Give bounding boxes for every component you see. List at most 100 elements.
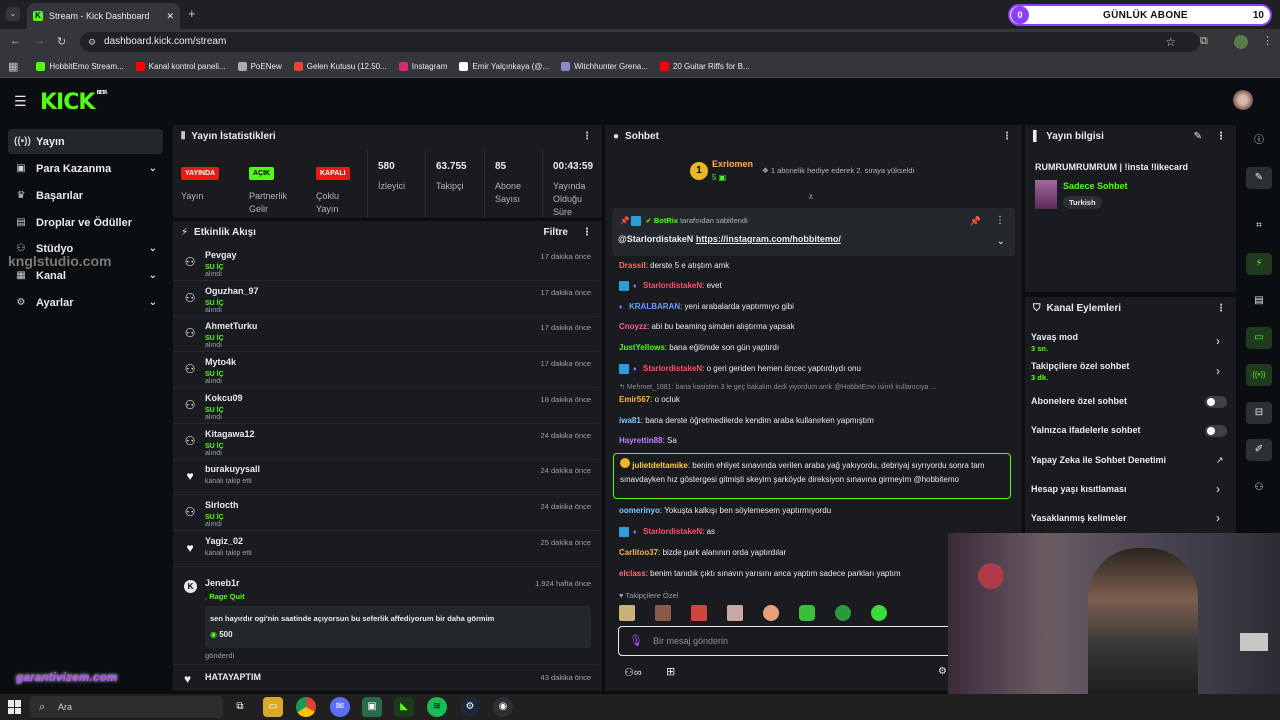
unpin-icon[interactable]: 📌 xyxy=(970,216,981,227)
nav-item-ayarlar[interactable]: ⚙ Ayarlar ⌄ xyxy=(8,290,163,315)
chat-username[interactable]: StarlordistakeN xyxy=(643,281,702,290)
bookmark-item[interactable]: Emir Yalçınkaya (@... xyxy=(459,61,549,71)
bookmark-item[interactable]: Kanal kontrol paneli... xyxy=(135,61,226,71)
chat-username[interactable]: StarlordistakeN xyxy=(643,527,702,536)
community-icon[interactable]: ⚇ xyxy=(1246,477,1272,499)
taskbar-search[interactable]: ⌕ Ara xyxy=(30,696,223,718)
steam-icon[interactable]: ⚙ xyxy=(460,697,480,717)
apps-grid-icon[interactable]: ▦ xyxy=(8,60,18,73)
chat-username[interactable]: StarlordistakeN xyxy=(643,364,702,373)
reload-icon[interactable]: ↻ xyxy=(57,35,66,48)
emote-icon[interactable] xyxy=(619,605,635,621)
nav-item-para-kazanma[interactable]: ▣ Para Kazanma ⌄ xyxy=(8,156,163,181)
chevron-right-icon[interactable]: › xyxy=(1216,482,1220,496)
address-bar[interactable]: ⚙ dashboard.kick.com/stream ☆ xyxy=(80,32,1200,52)
nav-item-basarilar[interactable]: ♛ Başarılar xyxy=(8,183,163,208)
nav-item-droplar[interactable]: ▤ Droplar ve Ödüller xyxy=(8,210,163,235)
chat-input[interactable]: 🎙 Bir mesaj gönderin xyxy=(618,626,958,656)
chat-bubble-icon[interactable]: ▭ xyxy=(1246,327,1272,349)
obs-icon[interactable]: ◉ xyxy=(493,697,513,717)
messenger-icon[interactable]: ✉ xyxy=(330,697,350,717)
lightning-icon[interactable]: ⚡ xyxy=(1246,253,1272,275)
chat-username[interactable]: Hayrettin88 xyxy=(619,436,663,445)
bookmark-item[interactable]: Instagram xyxy=(398,61,447,71)
windows-start-icon[interactable] xyxy=(8,700,22,714)
stream-category[interactable]: Sadece Sohbet xyxy=(1063,181,1128,191)
app-icon[interactable]: ▣ xyxy=(362,697,382,717)
kick-logo[interactable]: KICK BETA xyxy=(40,90,108,115)
site-info-icon[interactable]: ⚙ xyxy=(88,32,96,52)
chevron-right-icon[interactable]: › xyxy=(1216,334,1220,348)
chat-username[interactable]: KRALBARAN xyxy=(629,302,680,311)
more-options-icon[interactable]: ⋮ xyxy=(1216,131,1226,142)
crop-icon[interactable]: ⌗ xyxy=(1246,215,1272,237)
scroll-to-bottom-icon[interactable]: ⩡ xyxy=(808,192,814,203)
chat-username[interactable]: oomerinyo xyxy=(619,506,660,515)
chat-username[interactable]: Carlitoo37 xyxy=(619,548,658,557)
back-icon[interactable]: ← xyxy=(10,35,21,47)
emote-icon[interactable] xyxy=(871,605,887,621)
browser-tab[interactable]: K Stream - Kick Dashboard ✕ xyxy=(27,3,180,29)
bookmark-item[interactable]: Witchhunter Grena... xyxy=(561,61,648,71)
tab-close-icon[interactable]: ✕ xyxy=(166,11,174,22)
chat-username[interactable]: Drassil xyxy=(619,261,646,270)
chrome-menu-icon[interactable]: ⋮ xyxy=(1262,34,1273,47)
action-banned-words[interactable]: Yasaklanmış kelimeler xyxy=(1031,513,1127,523)
action-account-age[interactable]: Hesap yaşı kısıtlaması xyxy=(1031,484,1127,494)
filter-button[interactable]: Filtre xyxy=(544,227,568,238)
user-avatar[interactable] xyxy=(1233,90,1253,110)
spotify-icon[interactable]: ≋ xyxy=(427,697,447,717)
edit-icon[interactable]: ✎ xyxy=(1246,167,1272,189)
chat-username[interactable]: JustYellows xyxy=(619,343,665,352)
document-icon[interactable]: ▤ xyxy=(1246,290,1272,312)
bookmark-item[interactable]: PoENew xyxy=(237,61,282,71)
bookmark-item[interactable]: 20 Guitar Riffs for B... xyxy=(659,61,750,71)
action-followers-only[interactable]: Takipçilere özel sohbet 3 dk. xyxy=(1031,361,1129,382)
hamburger-menu-icon[interactable]: ☰ xyxy=(14,93,27,110)
stream-tag[interactable]: Turkish xyxy=(1063,196,1102,209)
chevron-right-icon[interactable]: › xyxy=(1216,364,1220,378)
expand-chevron-icon[interactable]: ⌄ xyxy=(997,236,1005,247)
microphone-icon[interactable]: 🎙 xyxy=(629,634,643,647)
chat-settings-icon[interactable]: ⚙ xyxy=(938,666,947,677)
nav-item-yayin[interactable]: ((•)) Yayın xyxy=(8,129,163,154)
bookmark-item[interactable]: HobbitEmo Stream... xyxy=(36,61,124,71)
chrome-icon[interactable] xyxy=(296,697,316,717)
app-icon[interactable]: ◣ xyxy=(394,697,414,717)
emote-icon[interactable] xyxy=(727,605,743,621)
forward-icon[interactable]: → xyxy=(34,35,45,47)
chat-username[interactable]: Emir567 xyxy=(619,395,650,404)
info-icon[interactable]: ⓘ xyxy=(1246,130,1272,152)
more-options-icon[interactable]: ⋮ xyxy=(582,131,592,142)
action-slow-mode[interactable]: Yavaş mod 3 sn. xyxy=(1031,332,1078,353)
storage-icon[interactable]: ⊟ xyxy=(1246,402,1272,424)
subscribers-only-toggle[interactable] xyxy=(1205,396,1227,408)
tab-list-icon[interactable]: ⌄ xyxy=(6,7,20,21)
profile-avatar-icon[interactable] xyxy=(1234,35,1248,49)
emote-icon[interactable] xyxy=(691,605,707,621)
file-explorer-icon[interactable]: ▭ xyxy=(263,697,283,717)
more-options-icon[interactable]: ⋮ xyxy=(582,227,592,238)
chat-tools-icon[interactable]: ⚇∞ xyxy=(624,666,642,679)
bookmark-item[interactable]: Gelen Kutusu (12.50... xyxy=(293,61,387,71)
emotes-only-toggle[interactable] xyxy=(1205,425,1227,437)
emote-icon[interactable] xyxy=(655,605,671,621)
chat-username[interactable]: iwa81 xyxy=(619,416,641,425)
broadcast-icon[interactable]: ((•)) xyxy=(1246,364,1272,386)
more-options-icon[interactable]: ⋮ xyxy=(1002,131,1012,142)
action-ai-moderation[interactable]: Yapay Zeka ile Sohbet Denetimi xyxy=(1031,455,1166,465)
external-link-icon[interactable]: ↗ xyxy=(1216,455,1224,466)
emote-icon[interactable] xyxy=(799,605,815,621)
extensions-icon[interactable]: ⧉ xyxy=(1200,35,1208,48)
edit-icon[interactable]: ✎ xyxy=(1194,131,1202,142)
chat-username[interactable]: Cnoyzz xyxy=(619,322,647,331)
more-options-icon[interactable]: ⋮ xyxy=(995,215,1005,226)
emote-icon[interactable] xyxy=(763,605,779,621)
pinned-link[interactable]: https://instagram.com/hobbitemo/ xyxy=(696,234,841,244)
emote-icon[interactable] xyxy=(835,605,851,621)
chevron-right-icon[interactable]: › xyxy=(1216,511,1220,525)
task-view-icon[interactable]: ⧉ xyxy=(230,697,250,717)
chat-username[interactable]: elclass xyxy=(619,569,646,578)
new-tab-icon[interactable]: + xyxy=(188,6,196,21)
more-options-icon[interactable]: ⋮ xyxy=(1216,303,1226,314)
